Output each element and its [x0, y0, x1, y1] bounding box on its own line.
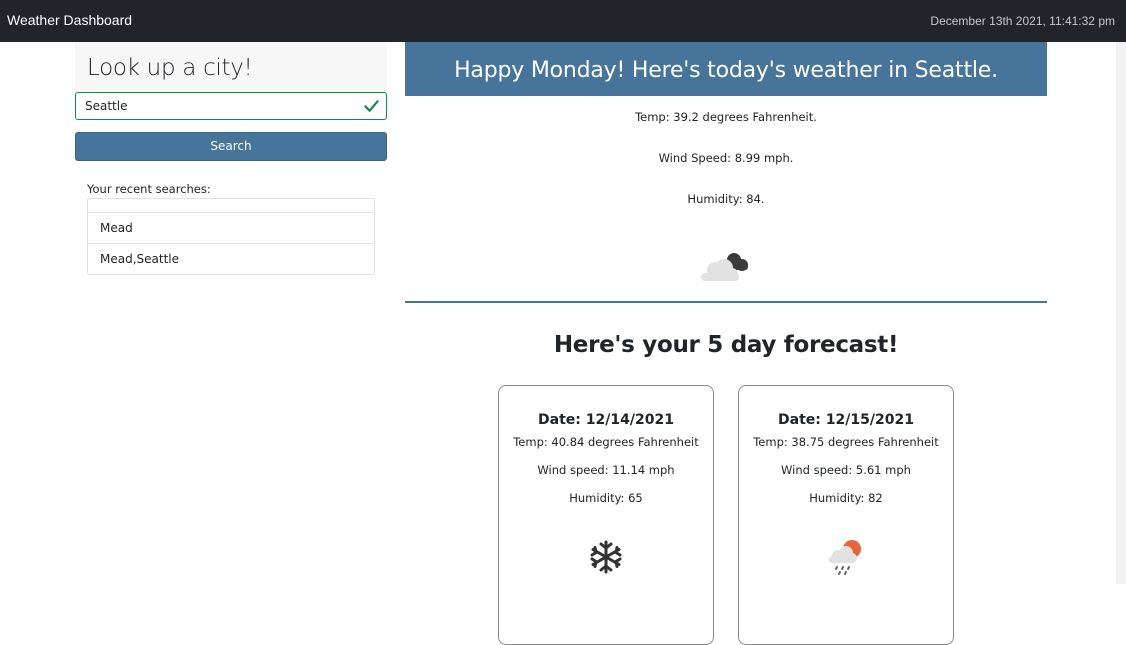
rain-sun-icon: [829, 540, 861, 575]
search-button[interactable]: Search: [75, 132, 387, 161]
recent-search-item[interactable]: Mead: [88, 212, 374, 243]
city-input[interactable]: [76, 93, 386, 119]
forecast-wind: Wind speed: 11.14 mph: [537, 463, 675, 477]
section-divider: [405, 301, 1047, 303]
scrollbar[interactable]: [1116, 42, 1126, 584]
cloudy-icon: [701, 253, 748, 281]
today-wind: Wind Speed: 8.99 mph.: [658, 151, 794, 165]
sidebar: Look up a city! Search Your recent searc…: [75, 42, 387, 275]
today-temp: Temp: 39.2 degrees Fahrenheit.: [635, 110, 817, 124]
today-humidity: Humidity: 84.: [687, 192, 765, 206]
navbar: Weather Dashboard December 13th 2021, 11…: [0, 0, 1126, 42]
forecast-temp: Temp: 38.75 degrees Fahrenheit: [753, 435, 939, 449]
recent-searches-label: Your recent searches:: [87, 182, 211, 196]
lookup-title: Look up a city!: [87, 55, 253, 81]
recent-search-item[interactable]: Mead,Seattle: [88, 243, 374, 274]
forecast-card: Date: 12/14/2021 Temp: 40.84 degrees Fah…: [498, 385, 714, 645]
forecast-temp: Temp: 40.84 degrees Fahrenheit: [513, 435, 699, 449]
forecast-humidity: Humidity: 65: [569, 491, 643, 505]
check-icon: [364, 100, 379, 112]
current-datetime: December 13th 2021, 11:41:32 pm: [930, 14, 1115, 28]
main-content: Happy Monday! Here's today's weather in …: [405, 42, 1047, 645]
recent-searches-list: Mead Mead,Seattle: [87, 198, 375, 275]
city-field: [75, 92, 387, 120]
forecast-humidity: Humidity: 82: [809, 491, 883, 505]
brand-title[interactable]: Weather Dashboard: [7, 12, 132, 28]
today-banner: Happy Monday! Here's today's weather in …: [405, 42, 1047, 96]
forecast-date: Date: 12/15/2021: [778, 412, 914, 428]
recent-search-item[interactable]: [88, 199, 374, 212]
snowflake-icon: [590, 540, 622, 574]
forecast-wind: Wind speed: 5.61 mph: [781, 463, 911, 477]
lookup-header: Look up a city!: [75, 42, 387, 92]
forecast-date: Date: 12/14/2021: [538, 412, 674, 428]
forecast-card: Date: 12/15/2021 Temp: 38.75 degrees Fah…: [738, 385, 954, 645]
forecast-title: Here's your 5 day forecast!: [553, 332, 899, 358]
